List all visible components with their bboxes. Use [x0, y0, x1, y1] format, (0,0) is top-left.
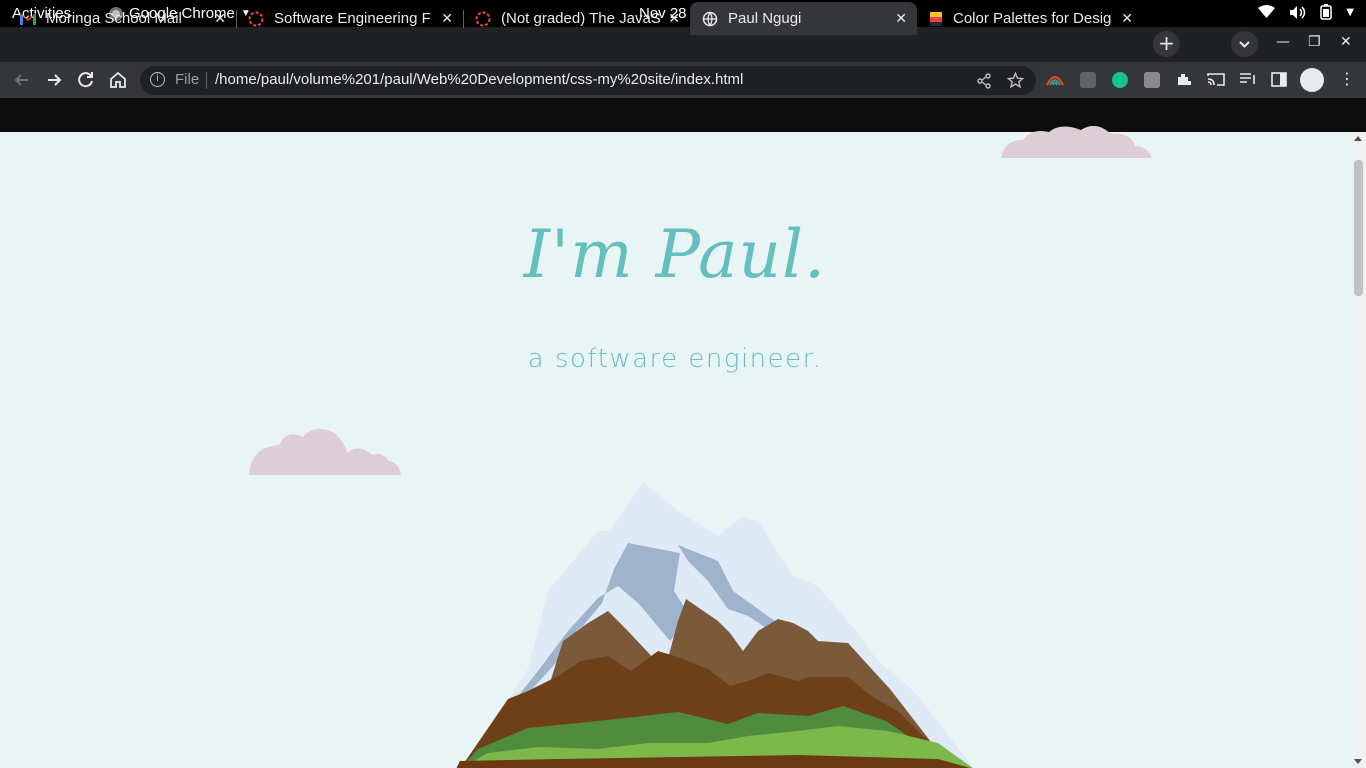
cloud-top-right	[1001, 126, 1152, 158]
dots-extension-icon[interactable]	[1080, 72, 1096, 88]
cast-icon[interactable]	[1207, 72, 1225, 87]
close-icon[interactable]: ✕	[1121, 10, 1133, 27]
new-tab-button[interactable]: +	[1153, 31, 1180, 57]
colorhunt-icon	[930, 11, 942, 26]
tab-title: Software Engineering F	[274, 10, 431, 27]
share-icon[interactable]	[976, 73, 992, 89]
back-arrow-icon[interactable]	[12, 70, 32, 90]
close-icon[interactable]: ✕	[895, 10, 907, 27]
forward-arrow-icon[interactable]	[44, 70, 64, 90]
tab-paul-ngugi[interactable]: Paul Ngugi ✕	[690, 2, 917, 35]
loading-spinner-icon	[475, 11, 491, 26]
cloud-left	[249, 428, 401, 475]
browser-toolbar: i File /home/paul/volume%201/paul/Web%20…	[0, 62, 1366, 98]
close-icon[interactable]: ✕	[441, 10, 453, 27]
extensions-puzzle-icon[interactable]	[1176, 71, 1193, 88]
wifi-icon	[1258, 5, 1276, 18]
page-scrollbar[interactable]	[1351, 132, 1366, 768]
bookmark-star-icon[interactable]	[1007, 72, 1024, 89]
volume-icon	[1290, 5, 1306, 19]
info-icon[interactable]: i	[150, 72, 165, 87]
kebab-menu-icon[interactable]: ⋮	[1339, 69, 1355, 88]
omnibox-divider	[206, 72, 207, 89]
tab-search-button[interactable]	[1231, 31, 1258, 57]
home-icon[interactable]	[108, 70, 128, 90]
gmail-icon	[20, 13, 36, 25]
rainbow-extension-icon[interactable]	[1046, 72, 1064, 86]
caret-down-icon: ▼	[1346, 6, 1354, 18]
mountain-illustration	[456, 482, 974, 768]
page-title: I'm Paul.	[523, 216, 827, 293]
tab-title: Moringa School Mail	[46, 10, 182, 27]
scheme-label: File	[175, 71, 200, 88]
grammarly-icon[interactable]	[1112, 72, 1128, 88]
media-queue-icon[interactable]	[1239, 72, 1257, 87]
close-icon[interactable]: ✕	[668, 10, 680, 27]
tab-title: (Not graded) The JavaSc	[501, 10, 661, 27]
tab-not-graded[interactable]: (Not graded) The JavaSc ✕	[463, 2, 690, 35]
system-tray[interactable]: ▼	[1258, 4, 1354, 20]
loading-spinner-icon	[248, 11, 264, 26]
tab-moringa-mail[interactable]: Moringa School Mail ✕	[8, 2, 237, 35]
page-navbar	[0, 98, 1366, 132]
url-text[interactable]: /home/paul/volume%201/paul/Web%20Develop…	[215, 71, 743, 88]
close-icon[interactable]: ✕	[214, 10, 226, 27]
scroll-up-icon[interactable]	[1354, 136, 1362, 141]
window-close-icon[interactable]: ✕	[1340, 34, 1352, 50]
chevron-down-icon	[1239, 41, 1250, 48]
address-bar[interactable]: i File /home/paul/volume%201/paul/Web%20…	[140, 66, 1036, 95]
tab-title: Color Palettes for Desig	[953, 10, 1112, 27]
battery-icon	[1320, 4, 1333, 20]
tab-title: Paul Ngugi	[728, 10, 802, 27]
minimize-icon[interactable]: —	[1276, 34, 1290, 50]
restore-icon[interactable]: ❐	[1308, 34, 1321, 50]
tab-color-palettes[interactable]: Color Palettes for Desig ✕	[917, 2, 1143, 35]
side-panel-icon[interactable]	[1271, 72, 1287, 87]
reload-icon[interactable]	[76, 70, 96, 90]
avatar[interactable]	[1300, 68, 1324, 92]
puzzle-extension-icon[interactable]	[1144, 72, 1160, 88]
page-subtitle: a software engineer.	[527, 344, 823, 374]
globe-icon	[702, 11, 718, 26]
scrollbar-thumb[interactable]	[1354, 160, 1363, 296]
tab-software-engineering[interactable]: Software Engineering F ✕	[236, 2, 464, 35]
web-page: I'm Paul. a software engineer.	[0, 98, 1366, 768]
scroll-down-icon[interactable]	[1354, 759, 1362, 764]
